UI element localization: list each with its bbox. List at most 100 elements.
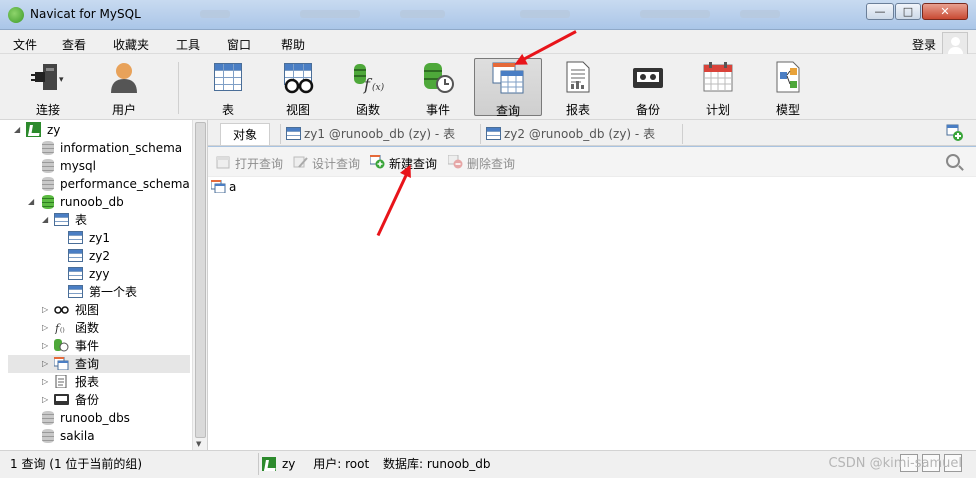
maximize-button[interactable]: □ (895, 3, 921, 20)
schedule-calendar-icon (701, 60, 735, 94)
expand-arrow-icon[interactable]: ◢ (28, 193, 34, 211)
tree-folder-label: 事件 (75, 339, 100, 353)
delete-query-button[interactable]: 删除查询 (447, 154, 515, 172)
tree-db-runoob-db[interactable]: ◢ runoob_db (0, 193, 190, 211)
database-icon (42, 159, 54, 173)
tree-folder-backups[interactable]: ▷ 备份 (0, 391, 190, 409)
toolbar-backup-button[interactable]: 备份 (614, 58, 682, 117)
tab-zy2-table[interactable]: zy2 @runoob_db (zy) - 表 (482, 123, 682, 145)
close-button[interactable]: ✕ (922, 3, 968, 20)
tree-table-label: zy1 (89, 231, 111, 245)
blurred-title-text (200, 10, 230, 18)
object-list: a (208, 177, 976, 450)
tree-table-zy1[interactable]: zy1 (68, 229, 110, 247)
tree-db-label: sakila (60, 429, 95, 443)
tree-table-zyy[interactable]: zyy (68, 265, 110, 283)
login-link[interactable]: 登录 (912, 36, 936, 53)
table-icon (486, 127, 501, 140)
new-query-icon (369, 154, 385, 169)
tab-objects[interactable]: 对象 (220, 123, 271, 145)
tree-db-runoob-dbs[interactable]: runoob_dbs (42, 409, 130, 427)
minimize-button[interactable]: — (866, 3, 894, 20)
status-divider (258, 453, 259, 475)
tree-folder-views[interactable]: ▷ 视图 (0, 301, 190, 319)
tree-folder-label: 表 (75, 213, 88, 227)
toolbar-schedule-button[interactable]: 计划 (684, 58, 752, 117)
tree-folder-events[interactable]: ▷ 事件 (0, 337, 190, 355)
blurred-title-text (740, 10, 780, 18)
user-icon (107, 60, 141, 94)
tree-db-performance-schema[interactable]: performance_schema (42, 175, 190, 193)
tree-db-label: runoob_db (60, 195, 124, 209)
expand-arrow-icon[interactable]: ◢ (14, 121, 20, 139)
tree-table-zy2[interactable]: zy2 (68, 247, 110, 265)
toolbar-function-button[interactable]: f (x) 函数 (334, 58, 402, 117)
toolbar-event-label: 事件 (425, 103, 450, 117)
open-query-label: 打开查询 (235, 157, 284, 171)
menu-view[interactable]: 查看 (62, 36, 86, 53)
search-icon[interactable] (946, 154, 960, 168)
tree-db-label: mysql (60, 159, 96, 173)
toolbar-model-button[interactable]: 模型 (754, 58, 822, 117)
menu-file[interactable]: 文件 (13, 36, 37, 53)
toolbar-backup-label: 备份 (635, 103, 660, 117)
collapse-arrow-icon[interactable]: ▷ (42, 337, 48, 355)
open-query-button[interactable]: 打开查询 (216, 155, 283, 172)
tab-divider (480, 124, 481, 144)
toolbar-report-button[interactable]: 报表 (544, 58, 612, 117)
toolbar-view-label: 视图 (285, 103, 310, 117)
svg-text:▾: ▾ (59, 75, 64, 85)
toolbar-view-button[interactable]: 视图 (264, 58, 332, 117)
main-toolbar: ▾ 连接 用户 表 视图 f (x) 函数 事件 查询 报表 备份 计划 模型 (0, 54, 976, 120)
design-query-label: 设计查询 (312, 157, 361, 171)
query-icon (53, 356, 69, 371)
menu-help[interactable]: 帮助 (281, 36, 305, 53)
toolbar-query-button[interactable]: 查询 (474, 58, 542, 118)
table-icon (68, 285, 83, 298)
tab-zy1-table[interactable]: zy1 @runoob_db (zy) - 表 (282, 123, 480, 145)
menu-favorites[interactable]: 收藏夹 (113, 36, 149, 53)
sidebar-scrollbar[interactable]: ▼ (192, 120, 207, 450)
tree-folder-queries[interactable]: ▷ 查询 (8, 355, 190, 373)
collapse-arrow-icon[interactable]: ▷ (42, 319, 48, 337)
collapse-arrow-icon[interactable]: ▷ (42, 355, 48, 373)
report-icon (54, 374, 69, 389)
new-tab-add-icon[interactable] (946, 124, 964, 142)
status-connection-label: zy (282, 457, 296, 471)
table-icon (211, 60, 245, 94)
query-item-a[interactable]: a (210, 179, 236, 197)
tree-db-sakila[interactable]: sakila (42, 427, 95, 445)
tree-connection-zy[interactable]: ◢ zy (0, 121, 190, 139)
menu-window[interactable]: 窗口 (227, 36, 251, 53)
query-icon (210, 179, 226, 197)
expand-arrow-icon[interactable]: ◢ (42, 211, 48, 229)
tree-folder-tables[interactable]: ◢ 表 (0, 211, 190, 229)
tree-db-information-schema[interactable]: information_schema (42, 139, 182, 157)
toolbar-table-button[interactable]: 表 (194, 58, 262, 117)
toolbar-connection-button[interactable]: ▾ 连接 (14, 58, 82, 117)
tree-db-mysql[interactable]: mysql (42, 157, 96, 175)
toolbar-user-button[interactable]: 用户 (90, 58, 158, 117)
tree-folder-reports[interactable]: ▷ 报表 (0, 373, 190, 391)
blurred-title-text (520, 10, 570, 18)
tree-table-first[interactable]: 第一个表 (68, 283, 137, 301)
design-query-icon (293, 155, 308, 169)
table-icon (68, 267, 83, 280)
design-query-button[interactable]: 设计查询 (293, 155, 360, 172)
scroll-down-arrow-icon[interactable]: ▼ (196, 440, 201, 448)
toolbar-event-button[interactable]: 事件 (404, 58, 472, 117)
connection-plug-icon: ▾ (31, 60, 65, 94)
tabs-bar: 对象 zy1 @runoob_db (zy) - 表 zy2 @runoob_d… (208, 120, 976, 146)
collapse-arrow-icon[interactable]: ▷ (42, 373, 48, 391)
blurred-title-text (300, 10, 360, 18)
connection-icon (262, 457, 276, 471)
collapse-arrow-icon[interactable]: ▷ (42, 391, 48, 409)
sidebar-scroll-thumb[interactable] (195, 122, 206, 438)
toolbar-divider (178, 62, 179, 114)
tree-folder-label: 函数 (75, 321, 100, 335)
collapse-arrow-icon[interactable]: ▷ (42, 301, 48, 319)
tree-folder-label: 备份 (75, 393, 100, 407)
table-icon (68, 231, 83, 244)
tree-folder-functions[interactable]: ▷ f() 函数 (0, 319, 190, 337)
menu-tools[interactable]: 工具 (176, 36, 200, 53)
